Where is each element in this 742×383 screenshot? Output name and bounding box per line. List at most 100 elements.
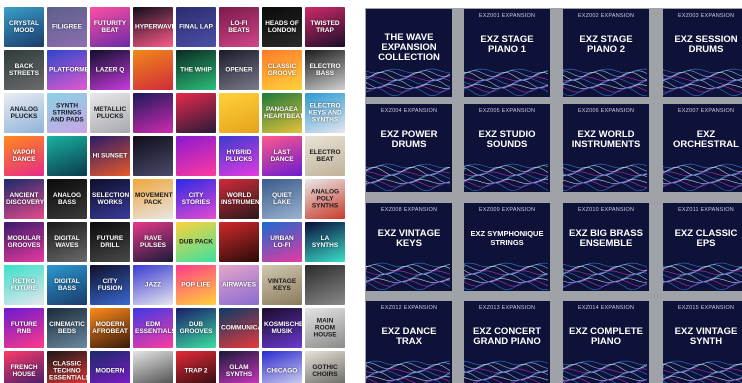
sound-pack-cover[interactable]: Digital Waves [47, 222, 87, 262]
sound-pack-cover[interactable]: Final Lap [176, 7, 216, 47]
sound-pack-cover[interactable]: Classic Groove [262, 50, 302, 90]
expansion-cover[interactable]: EXZ001 EXPANSION EXZ Stage Piano 1 [464, 9, 550, 97]
sound-pack-cover[interactable] [176, 93, 216, 133]
expansion-cover[interactable]: EXZ014 EXPANSION EXZ Complete Piano [563, 301, 649, 383]
sound-pack-cover[interactable]: Airwaves [219, 265, 259, 305]
expansion-cover[interactable]: The Wave Expansion Collection [366, 9, 452, 97]
sound-pack-cover[interactable]: Pop Life [176, 265, 216, 305]
expansion-code: EXZ003 EXPANSION [677, 13, 735, 19]
sound-pack-title: Platformer [49, 66, 87, 74]
sound-pack-cover[interactable]: Analog Poly Synths [305, 179, 345, 219]
sound-pack-cover[interactable]: Movement Pack [133, 179, 173, 219]
sound-pack-cover[interactable]: Trap 2 [176, 351, 216, 383]
sound-pack-cover[interactable]: Lo-Fi Beats [219, 7, 259, 47]
sound-pack-cover[interactable]: Ancient Discovery [4, 179, 44, 219]
expansion-cover[interactable]: EXZ010 EXPANSION EXZ Big Brass Ensemble [563, 203, 649, 291]
sound-pack-cover[interactable]: Lazer Q [90, 50, 130, 90]
sound-pack-cover[interactable]: Future Drill [90, 222, 130, 262]
sound-pack-cover[interactable]: Gothic Choirs [305, 351, 345, 383]
sound-pack-cover[interactable]: Filigree [47, 7, 87, 47]
sound-pack-cover[interactable] [219, 222, 259, 262]
sound-pack-cover[interactable]: Communication [219, 308, 259, 348]
sound-pack-cover[interactable]: Digital Bass [47, 265, 87, 305]
sound-pack-title: Hybrid Plucks [225, 149, 253, 163]
sound-pack-cover[interactable]: World Instruments [219, 179, 259, 219]
sound-pack-cover[interactable]: Heads of London [262, 7, 302, 47]
expansion-cover[interactable]: EXZ006 EXPANSION EXZ World Instruments [563, 104, 649, 192]
expansion-cover[interactable]: EXZ009 EXPANSION EXZ Symphonique Strings [464, 203, 550, 291]
sound-pack-cover[interactable]: Modern Afrobeat [90, 308, 130, 348]
sound-pack-cover[interactable] [133, 136, 173, 176]
sound-pack-cover[interactable] [133, 351, 173, 383]
sound-pack-cover[interactable]: Vintage Keys [262, 265, 302, 305]
expansion-cover[interactable]: EXZ007 EXPANSION EXZ Orchestral [663, 104, 742, 192]
sound-pack-cover[interactable]: Dub Pack [176, 222, 216, 262]
expansion-cover[interactable]: EXZ003 EXPANSION EXZ Session Drums [663, 9, 742, 97]
sound-pack-cover[interactable]: Main Room House [305, 308, 345, 348]
sound-pack-cover[interactable] [176, 136, 216, 176]
sound-pack-cover[interactable]: Last Dance [262, 136, 302, 176]
sound-pack-cover[interactable]: Twisted Trap [305, 7, 345, 47]
sound-pack-cover[interactable]: Glam Synths [219, 351, 259, 383]
sound-pack-cover[interactable]: LA Synths [305, 222, 345, 262]
sound-pack-cover[interactable]: Hyperwave [133, 7, 173, 47]
sound-pack-title: Futurity Beat [93, 20, 127, 34]
expansion-cover[interactable]: EXZ005 EXPANSION EXZ Studio Sounds [464, 104, 550, 192]
expansion-code: EXZ001 EXPANSION [478, 13, 536, 19]
wave-graphic [663, 360, 742, 383]
sound-pack-cover[interactable]: Selection Works [90, 179, 130, 219]
sound-pack-cover[interactable]: Platformer [47, 50, 87, 90]
sound-pack-cover[interactable]: Electro Bass [305, 50, 345, 90]
sound-pack-cover[interactable]: French House [4, 351, 44, 383]
expansion-cover[interactable]: EXZ013 EXPANSION EXZ Concert Grand Piano [464, 301, 550, 383]
sound-pack-cover[interactable]: City Stories [176, 179, 216, 219]
sound-pack-cover[interactable]: Modern [90, 351, 130, 383]
expansion-cover[interactable]: EXZ012 EXPANSION EXZ Dance Trax [366, 301, 452, 383]
sound-pack-cover[interactable]: EDM Essentials [133, 308, 173, 348]
sound-pack-cover[interactable] [305, 265, 345, 305]
sound-pack-cover[interactable]: Chicago [262, 351, 302, 383]
expansion-cover[interactable]: EXZ011 EXPANSION EXZ Classic EPs [663, 203, 742, 291]
sound-pack-cover[interactable]: Synth Strings and Pads [47, 93, 87, 133]
sound-pack-cover[interactable]: City Fusion [90, 265, 130, 305]
sound-pack-cover[interactable]: Pangaea Heartbeat [262, 93, 302, 133]
sound-pack-cover[interactable]: Cinematic Beds [47, 308, 87, 348]
sound-pack-cover[interactable] [133, 93, 173, 133]
sound-pack-cover[interactable]: Back Streets [4, 50, 44, 90]
sound-pack-cover[interactable]: Crystal Mood [4, 7, 44, 47]
sound-pack-cover[interactable]: The Whip [176, 50, 216, 90]
expansion-cover[interactable]: EXZ004 EXPANSION EXZ Power Drums [366, 104, 452, 192]
sound-pack-cover[interactable]: Quiet Lake [262, 179, 302, 219]
sound-pack-cover[interactable]: Rave Pulses [133, 222, 173, 262]
sound-pack-cover[interactable]: Urban Lo-Fi [262, 222, 302, 262]
sound-pack-cover[interactable]: Retro Future [4, 265, 44, 305]
sound-pack-cover[interactable]: Analog Plucks [4, 93, 44, 133]
expansion-cover[interactable]: EXZ002 EXPANSION EXZ Stage Piano 2 [563, 9, 649, 97]
wave-graphic [464, 163, 549, 192]
sound-pack-cover[interactable]: Kosmische Musik [262, 308, 302, 348]
expansion-cover[interactable]: EXZ008 EXPANSION EXZ Vintage Keys [366, 203, 452, 291]
wave-graphic [366, 262, 451, 291]
sound-pack-cover[interactable]: Electro Keys and Synths [305, 93, 345, 133]
sound-pack-cover[interactable]: Jazz [133, 265, 173, 305]
sound-pack-cover[interactable]: Hybrid Plucks [219, 136, 259, 176]
sound-pack-cover[interactable]: Hi Sunset [90, 136, 130, 176]
sound-pack-cover[interactable]: Opener [219, 50, 259, 90]
sound-pack-cover[interactable]: Metallic Plucks [90, 93, 130, 133]
sound-pack-cover[interactable]: Futurity Beat [90, 7, 130, 47]
wave-graphic [663, 68, 742, 97]
sound-pack-cover[interactable] [47, 136, 87, 176]
sound-pack-cover[interactable]: Modular Grooves [4, 222, 44, 262]
sound-pack-title: LA Synths [311, 235, 339, 249]
sound-pack-title: Pop Life [181, 281, 211, 289]
sound-pack-title: Urban Lo-Fi [270, 235, 294, 249]
sound-pack-cover[interactable]: Vapor Dance [4, 136, 44, 176]
sound-pack-cover[interactable]: Future RnB [4, 308, 44, 348]
sound-pack-cover[interactable] [219, 93, 259, 133]
sound-pack-cover[interactable]: Electro Beat [305, 136, 345, 176]
sound-pack-cover[interactable] [133, 50, 173, 90]
sound-pack-cover[interactable]: Analog Bass [47, 179, 87, 219]
sound-pack-cover[interactable]: Classic Techno Essentials [47, 351, 87, 383]
expansion-cover[interactable]: EXZ015 EXPANSION EXZ Vintage Synth [663, 301, 742, 383]
sound-pack-cover[interactable]: Dub Grooves [176, 308, 216, 348]
